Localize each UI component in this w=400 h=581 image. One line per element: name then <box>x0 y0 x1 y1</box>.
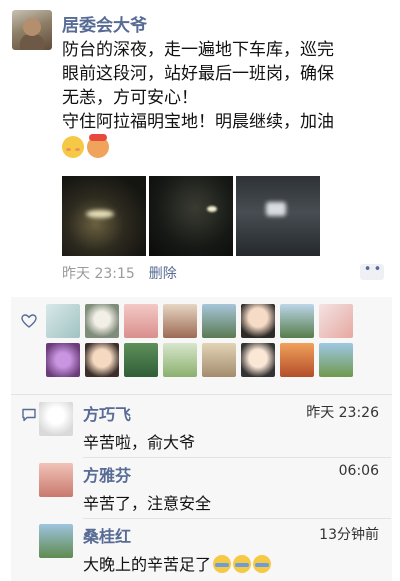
comment-time: 13分钟前 <box>319 527 379 543</box>
like-avatar[interactable] <box>163 343 197 377</box>
like-avatar[interactable] <box>280 304 314 338</box>
comment-author[interactable]: 方雅芬 <box>83 462 131 486</box>
post-body: 防台的深夜，走一遍地下车库，巡完 眼前这段河，站好最后一班岗，确保 无恙，方可安… <box>62 38 392 158</box>
like-avatar[interactable] <box>241 304 275 338</box>
post-avatar[interactable] <box>12 10 52 50</box>
comment-text-body: 大晚上的辛苦足了 <box>83 555 212 574</box>
more-dots-icon[interactable]: • • <box>360 263 384 280</box>
emoji-row <box>62 134 392 158</box>
comment-author[interactable]: 桑桂红 <box>83 523 131 547</box>
comments-panel: 方巧飞 昨天 23:26 辛苦啦，俞大爷 方雅芬 06:06 辛苦了，注意安全 … <box>11 394 392 581</box>
like-avatar[interactable] <box>124 304 158 338</box>
comment-author[interactable]: 方巧飞 <box>83 401 131 425</box>
heart-icon <box>21 314 37 328</box>
like-avatar[interactable] <box>319 343 353 377</box>
like-avatar[interactable] <box>85 343 119 377</box>
like-avatar[interactable] <box>163 304 197 338</box>
post-text-line: 眼前这段河，站好最后一班岗，确保 <box>62 64 334 84</box>
comment-text[interactable]: 大晚上的辛苦足了 <box>83 551 272 575</box>
comment-divider <box>83 457 391 458</box>
like-avatar[interactable] <box>124 343 158 377</box>
like-avatar[interactable] <box>319 304 353 338</box>
post-author[interactable]: 居委会大爷 <box>62 11 147 36</box>
comment-icon <box>22 408 36 422</box>
like-avatar[interactable] <box>46 304 80 338</box>
delete-button[interactable]: 删除 <box>149 263 177 283</box>
comment-avatar[interactable] <box>39 402 73 436</box>
blush-emoji-icon <box>62 136 84 158</box>
comment-time: 昨天 23:26 <box>306 405 379 421</box>
cheer-emoji-icon <box>87 134 109 158</box>
comment-time: 06:06 <box>338 463 379 479</box>
photo-grid <box>62 176 320 256</box>
post-text-line: 防台的深夜，走一遍地下车库，巡完 <box>62 40 334 60</box>
like-avatar[interactable] <box>85 304 119 338</box>
comment-text[interactable]: 辛苦啦，俞大爷 <box>83 429 195 453</box>
like-avatar[interactable] <box>202 343 236 377</box>
post-text-line: 守住阿拉福明宝地！明晨继续，加油 <box>62 112 334 132</box>
post-meta: 昨天 23:15 删除 <box>62 263 177 283</box>
comment-avatar[interactable] <box>39 524 73 558</box>
post-time: 昨天 23:15 <box>62 266 135 282</box>
comment-avatar[interactable] <box>39 463 73 497</box>
post-text-line: 无恙，方可安心！ <box>62 88 198 108</box>
night-river-photo[interactable] <box>149 176 233 256</box>
like-avatar[interactable] <box>280 343 314 377</box>
sweat-emoji-icon <box>233 555 252 573</box>
like-avatar[interactable] <box>241 343 275 377</box>
like-avatar[interactable] <box>202 304 236 338</box>
like-avatar[interactable] <box>46 343 80 377</box>
likes-panel <box>11 297 392 394</box>
night-garage-photo[interactable] <box>62 176 146 256</box>
garage-entrance-photo[interactable] <box>236 176 320 256</box>
sweat-emoji-icon <box>213 555 232 573</box>
comment-text[interactable]: 辛苦了，注意安全 <box>83 490 211 514</box>
comment-divider <box>83 518 391 519</box>
like-avatar-grid <box>46 304 386 377</box>
sweat-emoji-icon <box>253 555 272 573</box>
